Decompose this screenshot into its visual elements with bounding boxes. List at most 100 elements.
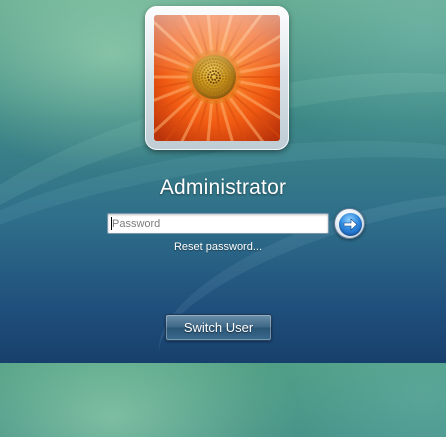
flower-seed	[221, 77, 224, 80]
flower-seed	[197, 85, 200, 88]
flower-seed	[213, 78, 217, 81]
flower-seed	[201, 62, 204, 65]
flower-seed	[196, 82, 199, 85]
flower-seed	[196, 68, 199, 71]
flower-seed	[218, 65, 222, 68]
flower-seed	[230, 74, 234, 77]
flower-seed	[201, 74, 204, 77]
flower-seed	[226, 87, 229, 90]
flower-seed	[197, 66, 200, 69]
flower-seed	[203, 60, 206, 63]
flower-seed	[220, 59, 223, 62]
flower-seed	[228, 85, 231, 88]
flower-seed	[208, 83, 211, 86]
flower-seed	[218, 77, 221, 80]
flower-seed	[219, 69, 222, 73]
flower-seed	[230, 77, 234, 80]
switch-user-button[interactable]: Switch User	[165, 314, 272, 341]
flower-seed	[204, 79, 207, 82]
flower-seed	[215, 61, 219, 64]
flower-seed	[200, 67, 203, 70]
flower-seed	[217, 90, 220, 93]
flower-seed	[230, 71, 233, 75]
flower-seed	[208, 58, 212, 61]
flower-seed	[206, 76, 210, 79]
flower-seed	[210, 73, 213, 77]
flower-seed	[197, 75, 201, 78]
flower-seed	[223, 80, 227, 83]
flower-seed	[221, 67, 224, 70]
flower-seed	[206, 86, 210, 89]
flower-seed	[228, 66, 231, 69]
flower-seed	[216, 64, 219, 67]
flower-seed	[224, 77, 227, 80]
flower-seed	[222, 91, 225, 94]
flower-seed	[206, 81, 209, 85]
text-caret	[111, 217, 112, 230]
flower-seed	[203, 76, 207, 80]
flower-seed	[207, 61, 210, 65]
flower-seed	[213, 63, 216, 67]
arrow-right-icon	[343, 218, 358, 231]
flower-seed	[211, 90, 214, 94]
flower-seed	[222, 83, 225, 86]
flower-seed	[221, 72, 224, 75]
flower-seed	[223, 69, 226, 72]
flower-seed	[205, 66, 208, 69]
flower-seed	[206, 69, 210, 72]
flower-seed	[218, 86, 221, 89]
flower-seed	[214, 93, 217, 97]
flower-seed	[203, 91, 206, 94]
flower-seed	[201, 71, 205, 74]
flower-seed	[227, 78, 230, 81]
flower-image	[154, 15, 280, 141]
flower-seed	[229, 69, 232, 72]
flower-seed	[205, 89, 209, 92]
submit-arrow-button[interactable]	[334, 208, 365, 239]
flower-seed	[212, 81, 215, 85]
flower-seed	[209, 67, 212, 70]
flower-seed	[217, 71, 220, 74]
reset-password-link[interactable]: Reset password...	[0, 241, 436, 253]
flower-seed	[209, 76, 213, 79]
flower-seed	[205, 71, 208, 74]
flower-seed	[194, 77, 198, 80]
flower-seed	[207, 78, 210, 82]
flower-seed	[214, 67, 217, 70]
user-tile	[145, 6, 289, 150]
flower-seed	[226, 64, 229, 67]
flower-seed	[224, 89, 227, 92]
flower-seed	[210, 61, 213, 64]
flower-seed	[225, 67, 228, 70]
flower-seed	[208, 93, 211, 96]
flower-seed	[204, 63, 208, 66]
flower-seed	[218, 82, 222, 85]
flower-seed	[222, 60, 225, 63]
flower-seed	[211, 57, 214, 61]
flower-seed	[217, 58, 220, 61]
flower-seed	[226, 69, 229, 72]
flower-seed	[199, 87, 202, 90]
flower-seed	[212, 87, 215, 91]
flower-seed	[217, 79, 220, 82]
flower-seed	[219, 92, 222, 95]
flower-seed	[201, 89, 204, 92]
flower-seed	[218, 62, 221, 65]
flower-seed	[201, 85, 204, 88]
user-name: Administrator	[159, 176, 287, 199]
flower-seed	[216, 93, 220, 96]
flower-seed	[224, 74, 228, 78]
password-input[interactable]	[107, 213, 329, 234]
flower-seed	[224, 62, 227, 65]
flower-seed	[211, 84, 214, 87]
flower-seed	[229, 83, 232, 86]
flower-seed	[203, 87, 206, 90]
flower-seed	[211, 93, 214, 97]
flower-seed	[209, 87, 212, 90]
flower-seed	[206, 59, 209, 62]
flower-seed	[227, 80, 230, 84]
flower-seed	[225, 83, 229, 86]
flower-seed	[211, 78, 214, 81]
flower-seed	[207, 73, 210, 76]
flower-seed	[223, 65, 226, 68]
